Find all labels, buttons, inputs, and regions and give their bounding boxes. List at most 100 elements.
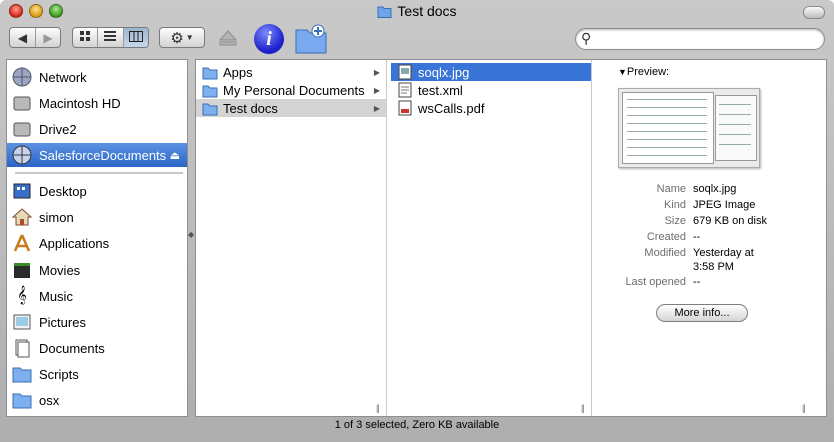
meta-value: JPEG Image — [693, 199, 756, 211]
new-folder-button[interactable] — [294, 22, 328, 59]
sidebar-item-movies[interactable]: Movies — [7, 258, 187, 282]
hard-disk-icon — [11, 92, 33, 114]
sidebar-splitter[interactable]: ◆ — [188, 230, 194, 239]
column-browser: Apps ▶ My Personal Documents ▶ Test docs… — [195, 59, 827, 417]
folder-icon — [11, 363, 33, 385]
disclosure-arrow-icon: ▶ — [373, 103, 380, 113]
preview-heading: Preview: — [626, 66, 670, 78]
sidebar-item-simon[interactable]: simon — [7, 205, 187, 229]
eject-icon[interactable]: ⏏ — [170, 149, 180, 162]
hard-disk-icon — [11, 118, 33, 140]
sidebar-item-applications[interactable]: Applications — [7, 231, 187, 255]
column-view-button[interactable] — [123, 28, 148, 47]
more-info-button[interactable]: More info... — [656, 304, 748, 322]
thumbnail-window-main — [622, 92, 714, 164]
folder-icon — [202, 82, 218, 98]
meta-label: Modified — [644, 247, 686, 259]
sidebar-item-drive2[interactable]: Drive2 — [7, 117, 187, 141]
sidebar-divider — [15, 172, 183, 174]
folder-icon — [11, 389, 33, 411]
folder-icon — [202, 100, 218, 116]
meta-value: 679 KB on disk — [693, 215, 767, 227]
home-icon — [11, 206, 33, 228]
sidebar-item-scripts[interactable]: Scripts — [7, 362, 187, 386]
sidebar-item-osx[interactable]: osx — [7, 388, 187, 412]
folder-icon — [202, 64, 218, 80]
thumbnail-window-side — [715, 95, 757, 161]
preview-thumbnail — [618, 88, 760, 168]
meta-label: Last opened — [625, 276, 686, 288]
sidebar-item-salesforcedocuments[interactable]: SalesforceDocuments ⏏ — [7, 143, 187, 167]
disclosure-triangle-icon: ▼ — [618, 67, 627, 77]
network-volume-icon — [11, 144, 33, 166]
documents-icon — [11, 337, 33, 359]
eject-toolbar-button[interactable] — [218, 28, 238, 51]
disclosure-arrow-icon: ▶ — [373, 85, 380, 95]
sidebar-item-network[interactable]: Network — [7, 65, 187, 89]
toolbar: ◀ ▶ ⚙ ▼ i ⚲ — [0, 22, 834, 60]
toolbar-toggle-button[interactable] — [803, 6, 825, 19]
preview-header[interactable]: ▼Preview: — [618, 66, 669, 78]
list-item[interactable]: My Personal Documents ▶ — [196, 81, 386, 99]
sidebar-item-macintosh-hd[interactable]: Macintosh HD — [7, 91, 187, 115]
preview-column: ▼Preview: Name soqlx.jpg Kind JPEG Image… — [596, 60, 826, 416]
pictures-icon — [11, 311, 33, 333]
forward-button[interactable]: ▶ — [36, 28, 60, 47]
meta-label: Created — [646, 231, 686, 243]
list-item[interactable]: test.xml — [391, 81, 591, 99]
get-info-button[interactable]: i — [254, 24, 284, 54]
info-icon: i — [266, 27, 272, 50]
meta-label: Size — [664, 215, 686, 227]
column-resize-handle[interactable]: || — [376, 403, 380, 413]
list-item-label: Test docs — [223, 100, 278, 116]
search-input[interactable] — [598, 31, 817, 47]
sidebar-item-label: Applications — [39, 235, 110, 251]
jpeg-file-icon — [397, 64, 413, 80]
sidebar-item-label: Pictures — [39, 314, 86, 330]
meta-value: -- — [693, 231, 701, 243]
column-view-icon — [128, 30, 143, 45]
list-item-label: wsCalls.pdf — [418, 100, 485, 116]
list-view-button[interactable] — [98, 28, 124, 47]
column-resize-handle[interactable]: || — [581, 403, 585, 413]
view-mode-segment — [72, 27, 149, 48]
action-menu-button[interactable]: ⚙ ▼ — [159, 27, 205, 48]
icon-view-icon — [79, 30, 91, 45]
network-globe-icon — [11, 66, 33, 88]
sidebar-item-label: Scripts — [39, 366, 79, 382]
xml-file-icon — [397, 82, 413, 98]
search-field: ⚲ — [575, 28, 825, 50]
sidebar-item-documents[interactable]: Documents — [7, 336, 187, 360]
meta-label: Kind — [663, 199, 686, 211]
sidebar: Network Macintosh HD Drive2 SalesforceDo… — [6, 59, 188, 417]
column-2: soqlx.jpg test.xml wsCalls.pdf || — [391, 60, 592, 416]
column-resize-handle[interactable]: || — [802, 403, 806, 413]
list-item[interactable]: soqlx.jpg — [391, 63, 591, 81]
new-folder-icon — [294, 24, 328, 59]
title-bar: Test docs — [0, 0, 834, 24]
sidebar-item-label: Network — [39, 69, 87, 85]
status-bar: 1 of 3 selected, Zero KB available — [334, 419, 500, 431]
finder-window: Test docs ◀ ▶ ⚙ ▼ i ⚲ Network Macintosh … — [0, 0, 834, 442]
list-item[interactable]: wsCalls.pdf — [391, 99, 591, 117]
column-1: Apps ▶ My Personal Documents ▶ Test docs… — [196, 60, 387, 416]
chevron-down-icon: ▼ — [185, 33, 194, 42]
back-button[interactable]: ◀ — [10, 28, 36, 47]
sidebar-item-desktop[interactable]: Desktop — [7, 179, 187, 203]
sidebar-item-music[interactable]: 𝄞 Music — [7, 284, 187, 308]
navigation-segment: ◀ ▶ — [9, 27, 61, 48]
back-arrow-icon: ◀ — [17, 30, 28, 45]
pdf-file-icon — [397, 100, 413, 116]
list-item[interactable]: Apps ▶ — [196, 63, 386, 81]
list-item-label: Apps — [223, 64, 253, 80]
list-item[interactable]: Test docs ▶ — [196, 99, 386, 117]
sidebar-item-label: osx — [39, 392, 60, 408]
meta-value: Yesterday at — [693, 247, 754, 259]
meta-value: -- — [693, 276, 701, 288]
desktop-icon — [11, 180, 33, 202]
sidebar-item-pictures[interactable]: Pictures — [7, 310, 187, 334]
sidebar-item-label: SalesforceDocuments — [39, 147, 167, 163]
sidebar-item-label: Drive2 — [39, 121, 77, 137]
forward-arrow-icon: ▶ — [43, 30, 53, 45]
icon-view-button[interactable] — [73, 28, 99, 47]
